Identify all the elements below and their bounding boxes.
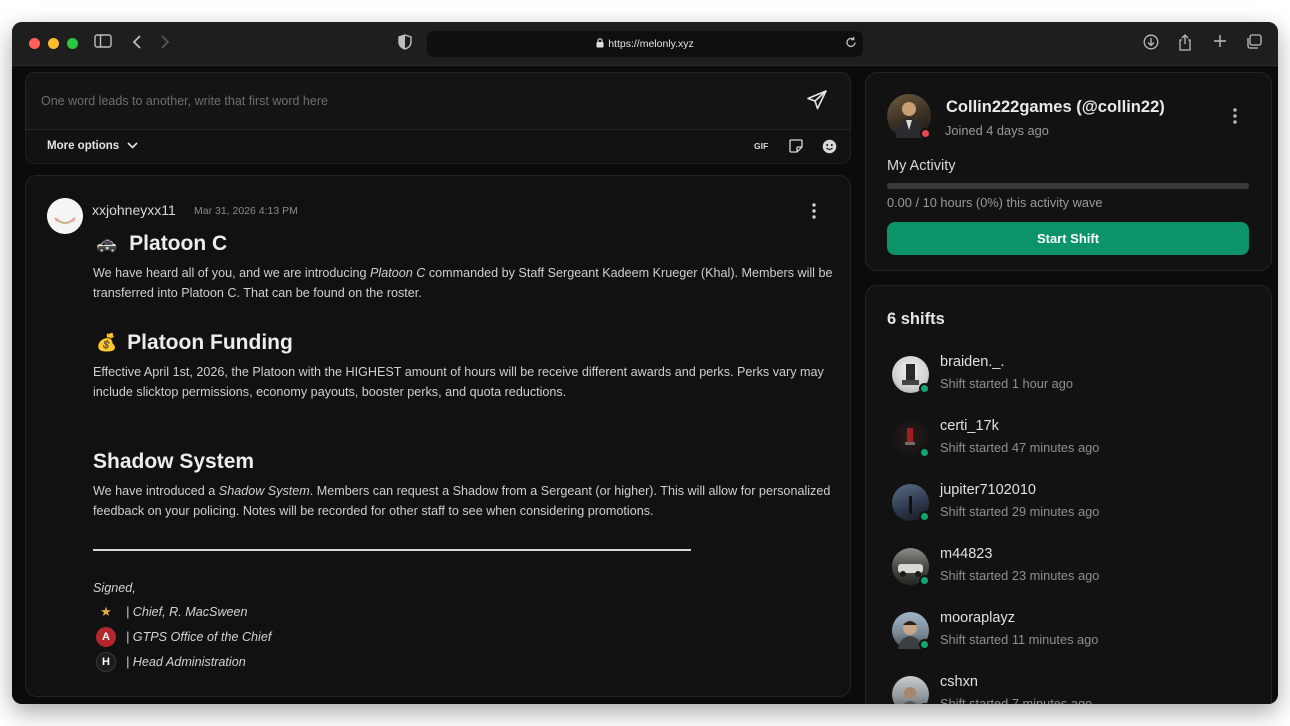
page-content: One word leads to another, write that fi…: [12, 67, 1278, 704]
gif-icon[interactable]: GIF: [754, 141, 768, 151]
composer-options-bar: More options GIF: [25, 130, 851, 164]
online-dot: [919, 383, 930, 394]
text-italic: Platoon C: [370, 266, 426, 280]
shift-item[interactable]: braiden._. Shift started 1 hour ago: [892, 352, 1252, 396]
shifts-title: 6 shifts: [887, 310, 945, 328]
heading-platoon-funding: 💰 Platoon Funding: [96, 331, 293, 355]
emoji-icon[interactable]: [822, 139, 837, 157]
office-badge-icon: A: [96, 627, 116, 647]
text-run: We have introduced a: [93, 484, 219, 498]
close-window-button[interactable]: [29, 38, 40, 49]
status-dot: [920, 128, 931, 139]
money-bag-icon: 💰: [96, 333, 118, 352]
shift-item[interactable]: cshxn Shift started 7 minutes ago: [892, 672, 1252, 704]
divider: [93, 549, 691, 551]
paragraph-platoon-funding: Effective April 1st, 2026, the Platoon w…: [93, 365, 824, 399]
signature-text: | Chief, R. MacSween: [126, 605, 248, 619]
post-composer[interactable]: One word leads to another, write that fi…: [25, 72, 851, 130]
shift-avatar: [892, 676, 929, 704]
activity-progress-bar: [887, 183, 1249, 189]
shift-start-time: Shift started 11 minutes ago: [940, 632, 1099, 647]
new-tab-icon[interactable]: [1213, 34, 1227, 54]
shift-start-time: Shift started 47 minutes ago: [940, 440, 1100, 455]
shift-user-name: mooraplayz: [940, 610, 1015, 626]
shifts-panel: 6 shifts braiden._. Shift started 1 hour…: [865, 285, 1272, 704]
zoom-window-button[interactable]: [67, 38, 78, 49]
send-icon[interactable]: [806, 89, 830, 113]
activity-label: My Activity: [887, 158, 956, 174]
shift-start-time: Shift started 1 hour ago: [940, 376, 1074, 391]
profile-card: Collin222games (@collin22) Joined 4 days…: [865, 72, 1272, 271]
text-run: We have heard all of you, and we are int…: [93, 266, 371, 280]
tab-overview-icon[interactable]: [1246, 34, 1262, 55]
announcement-post: xxjohneyxx11 Mar 31, 2026 4:13 PM 🚓 Plat…: [25, 175, 851, 697]
heading-text: Platoon Funding: [127, 331, 293, 354]
profile-more-icon[interactable]: [1233, 108, 1237, 128]
traffic-lights: [29, 38, 78, 49]
shift-item[interactable]: jupiter7102010 Shift started 29 minutes …: [892, 480, 1252, 524]
share-icon[interactable]: [1178, 34, 1192, 57]
back-icon[interactable]: [132, 34, 142, 56]
heading-shadow-system: Shadow System: [93, 450, 254, 474]
post-more-icon[interactable]: [812, 203, 816, 223]
shift-user-name: braiden._.: [940, 354, 1005, 370]
shift-item[interactable]: certi_17k Shift started 47 minutes ago: [892, 416, 1252, 460]
signature-text: | GTPS Office of the Chief: [126, 630, 272, 644]
shift-start-time: Shift started 7 minutes ago: [940, 696, 1093, 704]
sticker-icon[interactable]: [789, 139, 803, 156]
more-options-label: More options: [47, 140, 120, 152]
signed-label: Signed,: [93, 581, 136, 595]
post-timestamp: Mar 31, 2026 4:13 PM: [194, 205, 298, 217]
composer-placeholder[interactable]: One word leads to another, write that fi…: [41, 94, 328, 108]
shift-item[interactable]: mooraplayz Shift started 11 minutes ago: [892, 608, 1252, 652]
browser-window: https://melonly.xyz One word leads to an…: [12, 22, 1278, 704]
shift-start-time: Shift started 23 minutes ago: [940, 568, 1100, 583]
online-dot: [919, 575, 930, 586]
online-dot: [919, 447, 930, 458]
profile-name: Collin222games (@collin22): [946, 98, 1165, 116]
star-rank-icon: ★: [100, 604, 112, 619]
heading-platoon-c: 🚓 Platoon C: [96, 232, 227, 256]
downloads-icon[interactable]: [1143, 34, 1159, 56]
shift-start-time: Shift started 29 minutes ago: [940, 504, 1100, 519]
signature-office: A | GTPS Office of the Chief: [96, 627, 271, 647]
shift-user-name: certi_17k: [940, 418, 999, 434]
start-shift-button[interactable]: Start Shift: [887, 222, 1249, 255]
reload-icon[interactable]: [845, 36, 857, 52]
sidebar-toggle-icon[interactable]: [94, 34, 112, 54]
paragraph-shadow-system: We have introduced a Shadow System. Memb…: [93, 482, 835, 521]
url-text: https://melonly.xyz: [608, 38, 694, 50]
admin-badge-icon: H: [96, 652, 116, 672]
minimize-window-button[interactable]: [48, 38, 59, 49]
post-author-name[interactable]: xxjohneyxx11: [92, 202, 176, 218]
online-dot: [919, 511, 930, 522]
privacy-shield-icon[interactable]: [398, 34, 412, 56]
address-bar[interactable]: https://melonly.xyz: [427, 31, 863, 57]
more-options-button[interactable]: More options: [47, 140, 138, 152]
title-bar: https://melonly.xyz: [12, 22, 1278, 66]
online-dot: [919, 639, 930, 650]
signature-text: | Head Administration: [126, 655, 246, 669]
heading-text: Platoon C: [129, 232, 228, 255]
shift-user-name: cshxn: [940, 674, 978, 690]
text-italic: Shadow System: [218, 484, 310, 498]
forward-icon[interactable]: [160, 34, 170, 56]
signature-admin: H | Head Administration: [96, 652, 246, 672]
police-car-icon: 🚓: [96, 234, 118, 253]
activity-hours: 0.00 / 10 hours (0%) this activity wave: [887, 195, 1103, 210]
heading-text: Shadow System: [93, 450, 255, 473]
shift-user-name: jupiter7102010: [940, 482, 1036, 498]
profile-joined: Joined 4 days ago: [945, 123, 1049, 138]
chevron-down-icon: [127, 140, 138, 152]
shift-user-name: m44823: [940, 546, 993, 562]
paragraph-platoon-c: We have heard all of you, and we are int…: [93, 264, 835, 303]
shift-item[interactable]: m44823 Shift started 23 minutes ago: [892, 544, 1252, 588]
signature-chief: ★ | Chief, R. MacSween: [96, 602, 248, 622]
lock-icon: [596, 38, 604, 50]
post-author-avatar[interactable]: [47, 198, 83, 234]
